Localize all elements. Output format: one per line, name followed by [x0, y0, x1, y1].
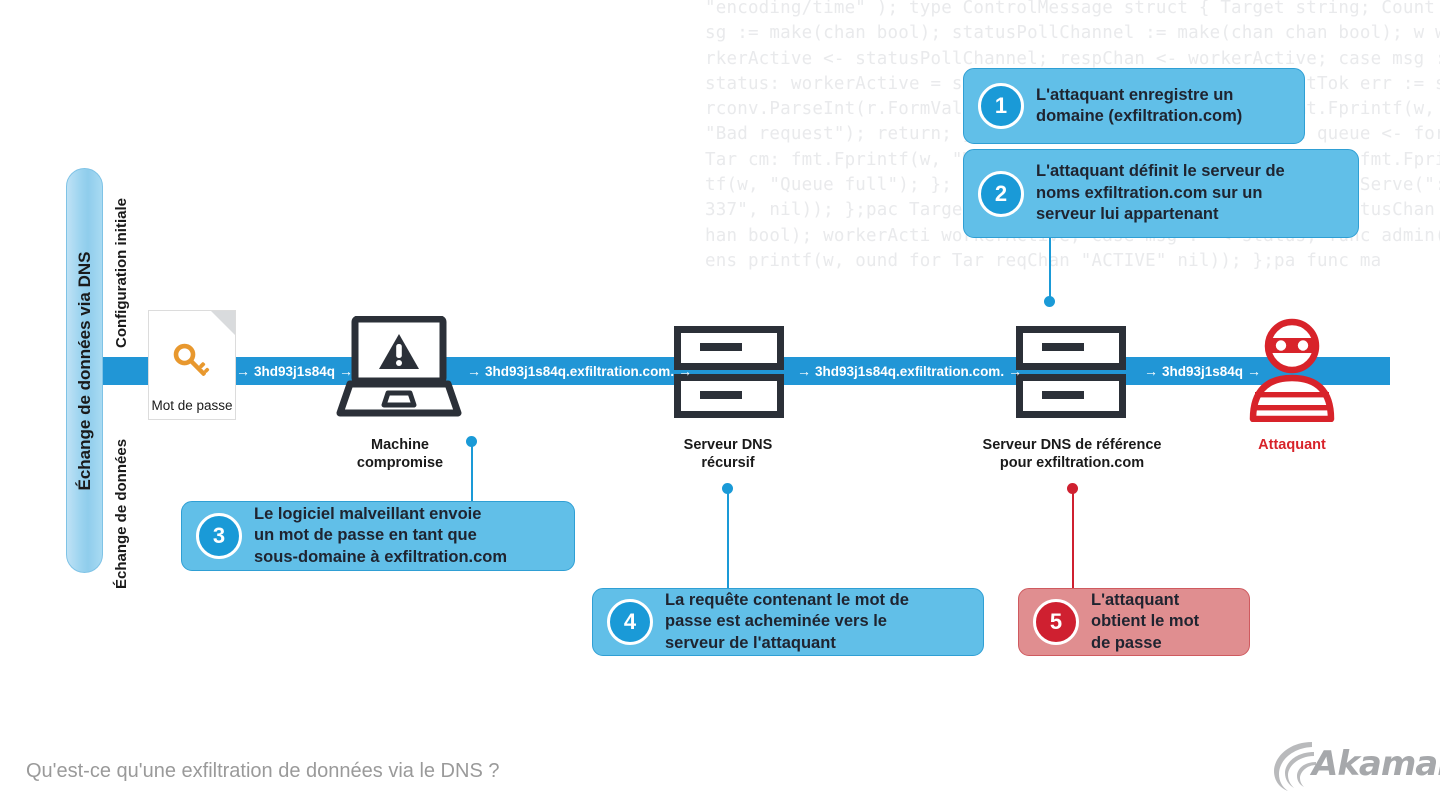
diagram-canvas: "encoding/time" ); type ControlMessage s… [0, 0, 1440, 810]
flow-arrow-left: → [797, 363, 811, 379]
callout-step-1[interactable]: 1 L'attaquant enregistre un domaine (exf… [963, 68, 1305, 144]
document-fold-corner [211, 311, 235, 335]
left-phase-pill-label: Échange de données via DNS [74, 250, 94, 491]
akamai-logo: Akamai [1268, 738, 1440, 794]
akamai-logo-text: Akamai [1312, 744, 1440, 784]
flow-arrow-left: → [467, 363, 481, 379]
compromised-machine-label: Machine compromise [356, 437, 444, 471]
page-title: Qu'est-ce qu'une exfiltration de données… [26, 760, 500, 782]
flow-segment-text: 3hd93j1s84q.exfiltration.com. [815, 364, 1005, 379]
callout-step-5-badge: 5 [1033, 599, 1079, 645]
connector-dot-callout-2 [1044, 296, 1055, 307]
flow-segment-label-2: → 3hd93j1s84q.exfiltration.com. → [463, 357, 692, 385]
flow-segment-text: 3hd93j1s84q [1162, 364, 1244, 379]
connector-dot-callout-4 [722, 483, 733, 494]
attacker-label: Attaquant [1258, 437, 1326, 453]
connector-dot-callout-5 [1067, 483, 1078, 494]
flow-segment-label-3: → 3hd93j1s84q.exfiltration.com. → [793, 357, 1022, 385]
callout-step-4-text: La requête contenant le mot de passe est… [665, 590, 909, 652]
connector-callout-5 [1072, 488, 1074, 588]
flow-segment-label-4: → 3hd93j1s84q → [1140, 357, 1261, 385]
callout-step-5[interactable]: 5 L'attaquant obtient le mot de passe [1018, 588, 1250, 656]
flow-segment-text: 3hd93j1s84q [254, 364, 336, 379]
callout-step-1-text: L'attaquant enregistre un domaine (exfil… [1036, 85, 1243, 126]
flow-segment-text: 3hd93j1s84q.exfiltration.com. [485, 364, 675, 379]
connector-dot-callout-3 [466, 436, 477, 447]
flow-arrow-right: → [1247, 363, 1262, 379]
key-icon [173, 343, 210, 376]
callout-step-2[interactable]: 2 L'attaquant définit le serveur de noms… [963, 149, 1359, 238]
callout-step-3-badge: 3 [196, 513, 242, 559]
phase-label-configuration: Configuration initiale [113, 198, 130, 348]
callout-step-4[interactable]: 4 La requête contenant le mot de passe e… [592, 588, 984, 656]
left-phase-pill: Échange de données via DNS [66, 168, 103, 573]
flow-arrow-left: → [1144, 363, 1158, 379]
connector-callout-3 [471, 441, 473, 503]
flow-segment-label-1: → 3hd93j1s84q → [232, 357, 353, 385]
flow-arrow-left: → [236, 363, 250, 379]
flow-arrow-right: → [1008, 363, 1023, 379]
password-document-icon: Mot de passe [148, 310, 236, 420]
authoritative-dns-server-label: Serveur DNS de référence pour exfiltrati… [982, 437, 1162, 471]
callout-step-3[interactable]: 3 Le logiciel malveillant envoie un mot … [181, 501, 575, 571]
password-document-label: Mot de passe [151, 398, 233, 413]
callout-step-2-badge: 2 [978, 170, 1024, 217]
recursive-dns-server-label: Serveur DNS récursif [683, 437, 773, 471]
callout-step-5-text: L'attaquant obtient le mot de passe [1091, 590, 1200, 652]
flow-arrow-right: → [678, 363, 693, 379]
callout-step-1-badge: 1 [978, 83, 1024, 129]
authoritative-dns-server-icon [1016, 326, 1126, 423]
callout-step-2-text: L'attaquant définit le serveur de noms e… [1036, 162, 1285, 224]
callout-step-3-text: Le logiciel malveillant envoie un mot de… [254, 504, 508, 566]
callout-step-4-badge: 4 [607, 599, 653, 645]
connector-callout-2 [1049, 236, 1051, 302]
connector-callout-4 [727, 488, 729, 588]
phase-label-data-exchange: Échange de données [113, 438, 130, 589]
flow-arrow-right: → [339, 363, 354, 379]
